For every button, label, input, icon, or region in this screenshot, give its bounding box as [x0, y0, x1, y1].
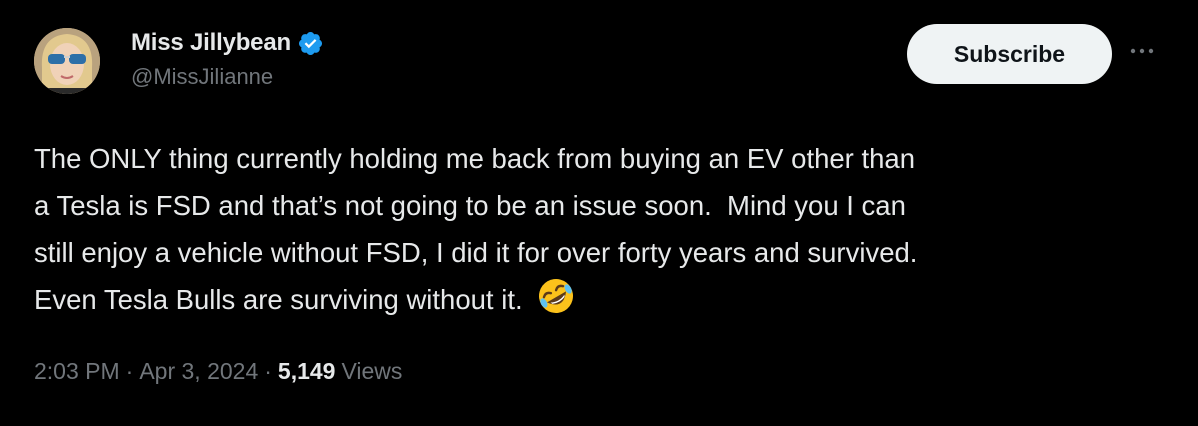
tweet-text: The ONLY thing currently holding me back… [34, 135, 1174, 323]
avatar[interactable] [34, 28, 100, 94]
rolling-on-the-floor-laughing-emoji-icon [536, 276, 576, 316]
avatar-image [34, 28, 100, 94]
display-name[interactable]: Miss Jillybean [131, 29, 291, 57]
author-block: Miss Jillybean @MissJilianne [131, 28, 324, 90]
tweet-card: Miss Jillybean @MissJilianne Subscribe T… [0, 0, 1198, 426]
tweet-time[interactable]: 2:03 PM [34, 358, 120, 385]
author-handle[interactable]: @MissJilianne [131, 64, 324, 90]
verified-badge-icon [297, 30, 324, 57]
more-horizontal-icon[interactable] [1127, 36, 1157, 66]
meta-separator: · [264, 358, 272, 384]
meta-separator: · [125, 358, 134, 384]
name-row: Miss Jillybean [131, 28, 324, 58]
subscribe-button[interactable]: Subscribe [907, 24, 1112, 84]
tweet-meta: 2:03 PM · Apr 3, 2024 · 5,149 Views [34, 358, 402, 385]
views-count[interactable]: 5,149 [278, 358, 336, 385]
views-label[interactable]: Views [341, 358, 402, 385]
tweet-date[interactable]: Apr 3, 2024 [139, 358, 258, 385]
tweet-text-content: The ONLY thing currently holding me back… [34, 143, 918, 315]
